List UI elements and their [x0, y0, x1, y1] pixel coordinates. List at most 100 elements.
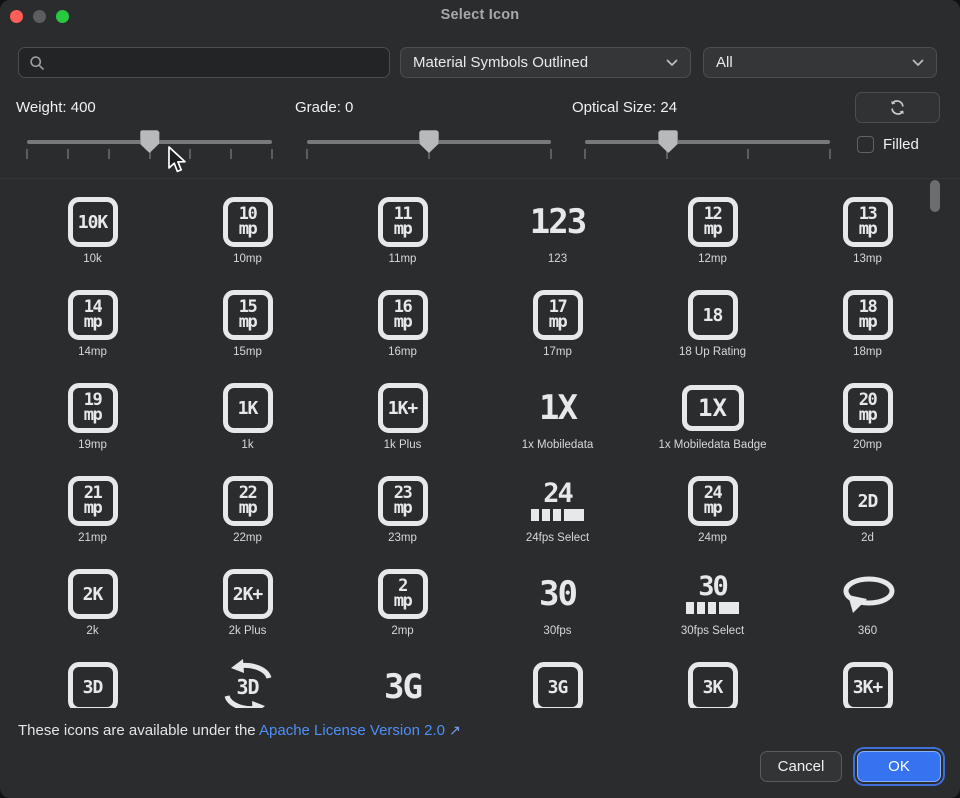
icon-cell-18-up-rating[interactable]: 1818 Up Rating: [635, 286, 790, 379]
icon-cell-1x-mobiledata[interactable]: 1X1x Mobiledata: [480, 379, 635, 472]
icon-glyph: 123: [530, 193, 585, 251]
icon-label: 24mp: [698, 532, 727, 544]
icon-cell-12mp[interactable]: 12mp12mp: [635, 193, 790, 286]
icon-cell-18mp[interactable]: 18mp18mp: [790, 286, 945, 379]
icon-glyph: 17mp: [533, 286, 583, 344]
icon-cell-clipped[interactable]: 3G: [325, 658, 480, 708]
icon-glyph: 18mp: [843, 286, 893, 344]
license-note: These icons are available under the Apac…: [18, 722, 461, 739]
slider-thumb[interactable]: [658, 130, 678, 153]
category-value: All: [716, 54, 912, 71]
weight-label: Weight: 400: [16, 99, 96, 116]
icon-label: 123: [548, 253, 567, 265]
icon-glyph: [840, 565, 896, 623]
icon-cell-1x-mobiledata-badge[interactable]: 1X1x Mobiledata Badge: [635, 379, 790, 472]
icon-cell-19mp[interactable]: 19mp19mp: [15, 379, 170, 472]
icon-cell-2k-plus[interactable]: 2K+2k Plus: [170, 565, 325, 658]
icon-cell-123[interactable]: 123123: [480, 193, 635, 286]
icon-cell-clipped[interactable]: 3K+: [790, 658, 945, 708]
icon-label: 13mp: [853, 253, 882, 265]
icon-label: 24fps Select: [526, 532, 589, 544]
icon-cell-24mp[interactable]: 24mp 24mp: [635, 472, 790, 565]
slider-tick: [26, 149, 28, 159]
icon-glyph: 3G: [533, 658, 583, 708]
filled-checkbox[interactable]: [857, 136, 874, 153]
search-input[interactable]: [45, 55, 389, 71]
icon-glyph: 24mp: [688, 472, 738, 530]
icon-glyph: 14mp: [68, 286, 118, 344]
icon-label: 18 Up Rating: [679, 346, 746, 358]
icon-glyph: 11mp: [378, 193, 428, 251]
category-dropdown[interactable]: All: [703, 47, 937, 78]
icon-cell-21mp[interactable]: 21mp21mp: [15, 472, 170, 565]
refresh-icon: [888, 98, 907, 117]
icon-cell-10k[interactable]: 10K10k: [15, 193, 170, 286]
icon-cell-30fps-select[interactable]: 3030fps Select: [635, 565, 790, 658]
icon-grid: 10K10k10mp10mp11mp11mp12312312mp12mp13mp…: [0, 178, 960, 708]
icon-cell-30fps[interactable]: 30 30fps: [480, 565, 635, 658]
icon-cell-23mp[interactable]: 23mp23mp: [325, 472, 480, 565]
slider-tick: [584, 149, 586, 159]
icon-glyph: 30: [539, 565, 576, 623]
icon-cell-15mp[interactable]: 15mp15mp: [170, 286, 325, 379]
weight-slider[interactable]: [27, 130, 272, 162]
icon-label: 12mp: [698, 253, 727, 265]
icon-cell-1k-plus[interactable]: 1K+ 1k Plus: [325, 379, 480, 472]
icon-cell-clipped[interactable]: 3D: [15, 658, 170, 708]
scrollbar-thumb[interactable]: [930, 180, 940, 212]
icon-glyph: 3K: [688, 658, 738, 708]
icon-cell-2d[interactable]: 2D2d: [790, 472, 945, 565]
slider-tick: [189, 149, 191, 159]
icon-cell-13mp[interactable]: 13mp13mp: [790, 193, 945, 286]
icon-cell-24fps-select[interactable]: 2424fps Select: [480, 472, 635, 565]
icon-label: 20mp: [853, 439, 882, 451]
slider-thumb[interactable]: [419, 130, 439, 153]
icon-label: 17mp: [543, 346, 572, 358]
slider-track[interactable]: [585, 140, 830, 144]
icon-glyph: 1K+: [378, 379, 428, 437]
icon-cell-1k[interactable]: 1K1k: [170, 379, 325, 472]
icon-cell-16mp[interactable]: 16mp16mp: [325, 286, 480, 379]
search-field[interactable]: [18, 47, 390, 78]
icon-cell-360[interactable]: 360: [790, 565, 945, 658]
icon-glyph: 10mp: [223, 193, 273, 251]
reset-settings-button[interactable]: [855, 92, 940, 123]
optical-size-label: Optical Size: 24: [572, 99, 677, 116]
icon-label: 1k Plus: [384, 439, 422, 451]
icon-label: 22mp: [233, 532, 262, 544]
ok-button[interactable]: OK: [857, 751, 941, 782]
icon-cell-22mp[interactable]: 22mp22mp: [170, 472, 325, 565]
icon-cell-clipped[interactable]: 3G: [480, 658, 635, 708]
icon-glyph: 2mp: [378, 565, 428, 623]
grade-slider[interactable]: [307, 130, 551, 162]
icon-label: 1x Mobiledata Badge: [658, 439, 766, 451]
icon-label: 15mp: [233, 346, 262, 358]
icon-label: 1x Mobiledata: [522, 439, 594, 451]
icon-glyph: 21mp: [68, 472, 118, 530]
filled-toggle[interactable]: Filled: [857, 136, 919, 153]
optical-size-slider[interactable]: [585, 130, 830, 162]
select-icon-dialog: Select Icon Material Symbols Outlined Al…: [0, 0, 960, 798]
chevron-down-icon: [666, 59, 678, 67]
slider-tick: [550, 149, 552, 159]
icon-cell-14mp[interactable]: 14mp 14mp: [15, 286, 170, 379]
font-family-dropdown[interactable]: Material Symbols Outlined: [400, 47, 691, 78]
icon-glyph: 10K: [68, 193, 118, 251]
icon-cell-2mp[interactable]: 2mp2mp: [325, 565, 480, 658]
icon-cell-clipped[interactable]: 3D: [170, 658, 325, 708]
icon-label: 30fps: [543, 625, 571, 637]
icon-label: 23mp: [388, 532, 417, 544]
apache-license-link[interactable]: Apache License Version 2.0: [259, 722, 445, 739]
cancel-button[interactable]: Cancel: [760, 751, 842, 782]
icon-cell-17mp[interactable]: 17mp 17mp: [480, 286, 635, 379]
icon-cell-10mp[interactable]: 10mp10mp: [170, 193, 325, 286]
icon-cell-clipped[interactable]: 3K: [635, 658, 790, 708]
icon-glyph: 30: [686, 565, 739, 623]
icon-label: 14mp: [78, 346, 107, 358]
icon-cell-20mp[interactable]: 20mp 20mp: [790, 379, 945, 472]
icon-glyph: 20mp: [843, 379, 893, 437]
slider-tick: [230, 149, 232, 159]
slider-thumb[interactable]: [140, 130, 160, 153]
icon-cell-11mp[interactable]: 11mp11mp: [325, 193, 480, 286]
icon-cell-2k[interactable]: 2K2k: [15, 565, 170, 658]
